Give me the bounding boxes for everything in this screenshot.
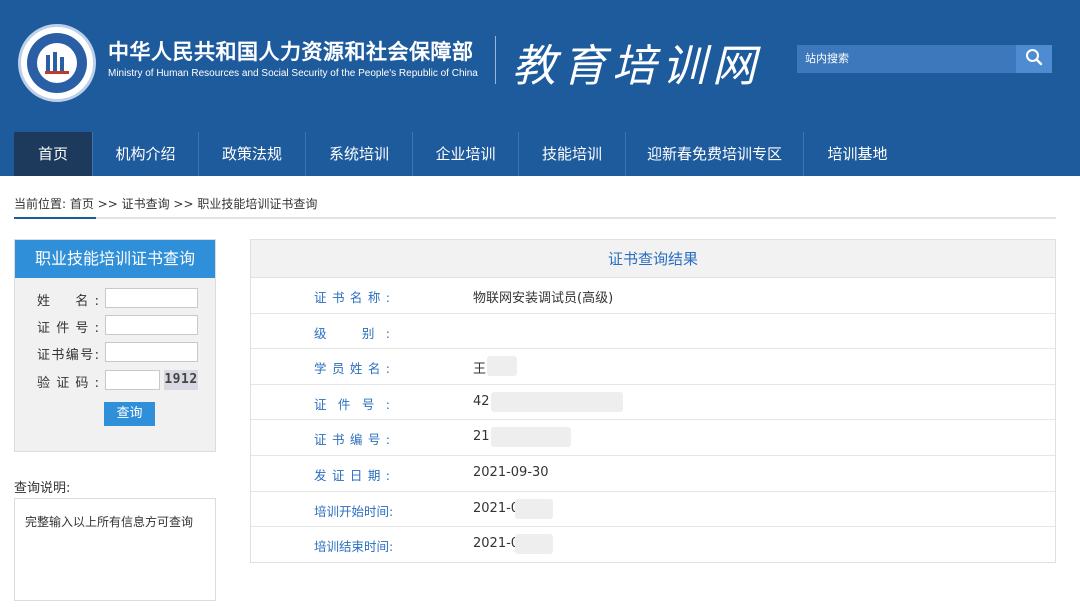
org-name-cn: 中华人民共和国人力资源和社会保障部 <box>108 40 474 64</box>
org-name-en: Ministry of Human Resources and Social S… <box>108 68 478 79</box>
nav-item-system-training[interactable]: 系统培训 <box>306 132 413 176</box>
nav-item-home[interactable]: 首页 <box>14 132 93 176</box>
result-row: 学员姓名: 王 <box>251 349 1055 385</box>
breadcrumb-divider <box>14 217 1056 219</box>
query-button[interactable]: 查询 <box>104 402 155 426</box>
result-row: 证书名称: 物联网安装调试员(高级) <box>251 278 1055 314</box>
query-form-title: 职业技能培训证书查询 <box>15 240 215 278</box>
certificate-query-form: 职业技能培训证书查询 姓 名: 证件号: 证书编号: 验证码: 1912 查询 <box>14 239 216 452</box>
result-row: 发证日期: 2021-09-30 <box>251 456 1055 492</box>
certificate-number-field-row: 证书编号: <box>15 342 215 364</box>
search-input[interactable]: 站内搜索 <box>797 45 1016 73</box>
result-row: 培训结束时间: 2021-0 <box>251 527 1055 563</box>
id-number-input[interactable] <box>105 315 198 335</box>
result-label: 发证日期: <box>314 467 390 483</box>
redacted-block <box>487 356 517 377</box>
redacted-block <box>515 534 553 555</box>
result-label: 证书名称: <box>314 290 390 305</box>
name-field-row: 姓 名: <box>15 288 215 310</box>
search-icon <box>1025 48 1043 70</box>
result-value: 42 <box>473 393 490 409</box>
result-row: 证件号: 42 <box>251 385 1055 421</box>
result-value: 王 <box>473 362 487 378</box>
result-label: 证书编号: <box>314 432 390 448</box>
result-value: 2021-09-30 <box>473 464 549 480</box>
nav-item-policy[interactable]: 政策法规 <box>199 132 306 176</box>
id-number-label: 证件号: <box>37 321 99 336</box>
site-name: 教育培训网 <box>512 41 762 92</box>
site-header: 中华人民共和国人力资源和社会保障部 Ministry of Human Reso… <box>0 0 1080 176</box>
result-label: 培训结束时间: <box>314 539 394 555</box>
nav-item-training-base[interactable]: 培训基地 <box>804 132 911 176</box>
ministry-logo[interactable] <box>18 24 96 102</box>
result-title: 证书查询结果 <box>251 240 1055 278</box>
main-nav: 首页 机构介绍 政策法规 系统培训 企业培训 技能培训 迎新春免费培训专区 培训… <box>14 132 911 176</box>
nav-item-skill-training[interactable]: 技能培训 <box>519 132 626 176</box>
certificate-number-label: 证书编号: <box>37 348 99 363</box>
query-note-title: 查询说明: <box>14 481 71 496</box>
search-button[interactable] <box>1016 45 1052 73</box>
result-label: 培训开始时间: <box>314 503 394 519</box>
result-value: 2021-0 <box>473 536 520 552</box>
result-label: 学员姓名: <box>314 361 390 377</box>
captcha-field-row: 验证码: 1912 <box>15 370 215 392</box>
result-value: 2021-0 <box>473 500 520 516</box>
result-value: 21 <box>473 429 490 445</box>
result-row: 级 别: <box>251 314 1055 350</box>
name-input[interactable] <box>105 288 198 308</box>
captcha-input[interactable] <box>105 370 160 390</box>
breadcrumb[interactable]: 当前位置: 首页 >> 证书查询 >> 职业技能培训证书查询 <box>14 195 317 212</box>
certificate-number-input[interactable] <box>105 342 198 362</box>
result-row: 证书编号: 21 <box>251 420 1055 456</box>
nav-item-about[interactable]: 机构介绍 <box>93 132 199 176</box>
id-number-field-row: 证件号: <box>15 315 215 337</box>
result-label: 证件号: <box>314 396 390 412</box>
header-divider <box>495 36 496 84</box>
query-note-text: 完整输入以上所有信息方可查询 <box>25 515 194 529</box>
captcha-label: 验证码: <box>37 376 99 391</box>
query-result-panel: 证书查询结果 证书名称: 物联网安装调试员(高级) 级 别: 学员姓名: 王 证… <box>250 239 1056 563</box>
nav-item-spring-free-training[interactable]: 迎新春免费培训专区 <box>626 132 804 176</box>
query-note-box: 完整输入以上所有信息方可查询 <box>14 498 216 601</box>
redacted-block <box>491 427 571 448</box>
result-value: 物联网安装调试员(高级) <box>473 291 614 306</box>
name-label: 姓 名: <box>37 294 99 309</box>
nav-item-enterprise-training[interactable]: 企业培训 <box>413 132 519 176</box>
result-row: 培训开始时间: 2021-0 <box>251 492 1055 528</box>
redacted-block <box>515 498 553 519</box>
result-label: 级 别: <box>314 325 390 341</box>
redacted-block <box>491 391 623 412</box>
captcha-image[interactable]: 1912 <box>164 370 198 390</box>
